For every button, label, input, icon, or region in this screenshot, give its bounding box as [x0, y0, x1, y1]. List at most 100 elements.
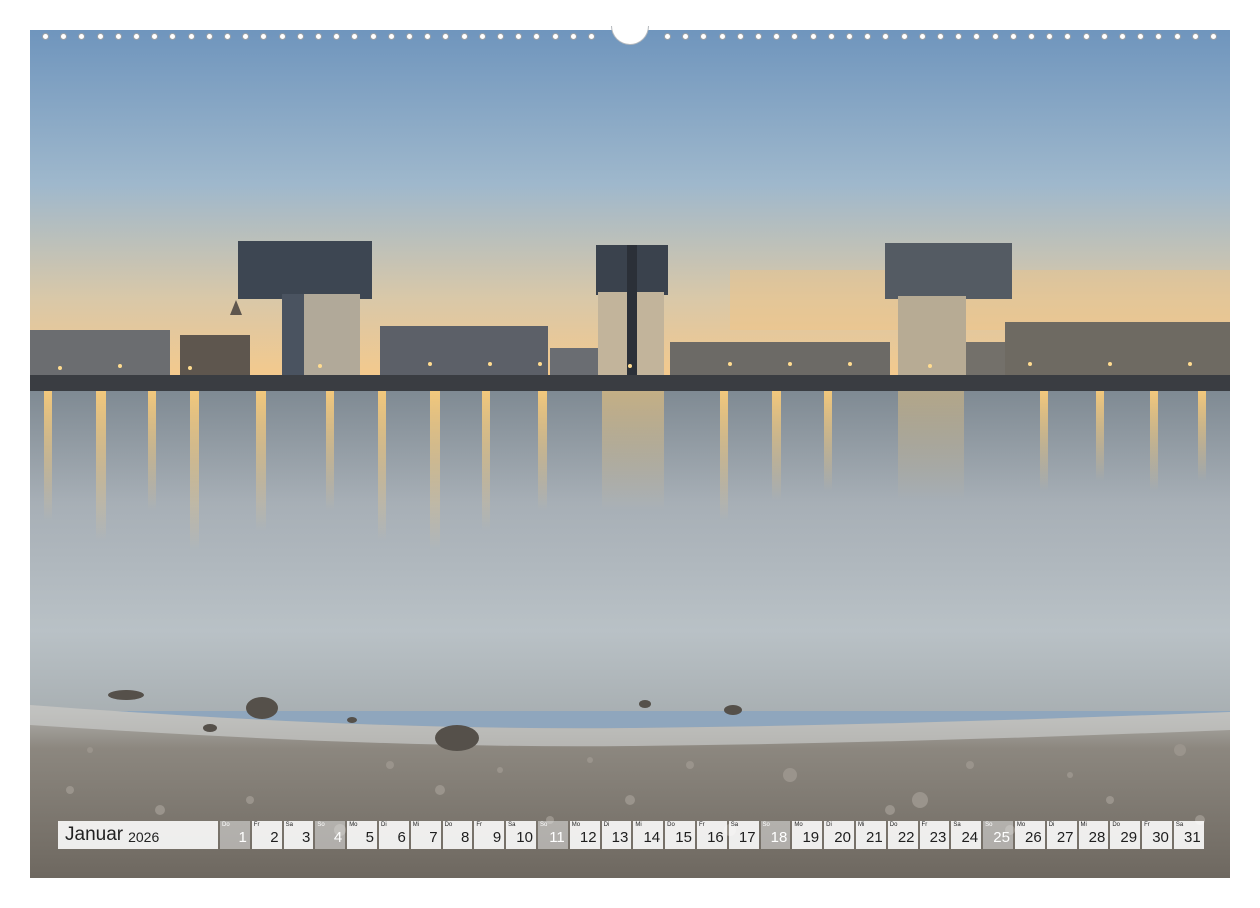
binding-hole: [1210, 33, 1217, 40]
weekday-label: Sa: [285, 822, 293, 828]
day-number: 8: [461, 829, 470, 846]
binding-hole: [1100, 33, 1108, 40]
weekday-label: Fr: [698, 822, 705, 828]
weekday-label: Do: [667, 822, 675, 828]
binding-hole: [809, 33, 817, 40]
weekday-label: Mo: [794, 822, 803, 828]
binding-hole: [406, 33, 413, 40]
weekday-label: Fr: [476, 822, 483, 828]
day-number: 6: [397, 829, 406, 846]
binding-hole: [569, 33, 577, 40]
binding-hole: [882, 33, 890, 40]
day-cell: Sa 31: [1173, 821, 1204, 849]
weekday-label: Mi: [1080, 822, 1087, 828]
binding-hole: [478, 33, 486, 40]
weekday-label: Mo: [349, 822, 358, 828]
binding-hole: [1009, 33, 1017, 40]
day-cell: Di 13: [601, 821, 632, 849]
day-cell: Mi 21: [855, 821, 886, 849]
weekday-label: Fr: [921, 822, 928, 828]
day-cell: Fr 2: [251, 821, 282, 849]
binding-hole: [736, 33, 744, 40]
month-name: Januar: [65, 824, 124, 845]
day-number: 30: [1152, 829, 1169, 846]
day-cell: Do 1: [220, 821, 250, 849]
day-cell: Mi 28: [1078, 821, 1109, 849]
day-cell: So 18: [760, 821, 791, 849]
day-cell: Mo 12: [569, 821, 600, 849]
day-cell: Do 15: [665, 821, 695, 849]
binding-hole: [333, 33, 341, 40]
binding-hole: [60, 33, 68, 40]
day-cell: Di 6: [378, 821, 409, 849]
weekday-label: Di: [1048, 822, 1055, 828]
weekday-label: Mi: [635, 822, 642, 828]
binding-hole: [78, 33, 86, 40]
weekday-label: Mi: [857, 822, 865, 828]
binding-hole: [1173, 33, 1181, 40]
day-cell: Fr 30: [1142, 821, 1172, 849]
binding-hole: [791, 33, 799, 40]
binding-hole: [900, 33, 908, 40]
weekday-label: So: [539, 822, 548, 828]
calendar-page: Januar 2026 Do 1 Fr 2 Sa 3 So 4 Mo 5 Di 6 Mi 7 Do 8 Fr 9 S…: [0, 0, 1260, 908]
day-number: 3: [302, 829, 311, 846]
binding-hole: [369, 33, 377, 40]
weekday-label: Mo: [1016, 822, 1026, 828]
day-cell: Do 22: [887, 821, 918, 849]
binding-hole: [1119, 33, 1126, 40]
binding-hole: [1064, 33, 1072, 40]
binding-hole: [296, 33, 304, 40]
binding-hole: [718, 33, 726, 40]
month-label: Januar 2026: [58, 821, 218, 849]
binding-hole: [387, 33, 395, 40]
binding-hole: [460, 33, 468, 40]
weekday-label: Do: [1112, 822, 1120, 828]
binding-hole: [955, 33, 963, 40]
binding-hole: [973, 33, 981, 40]
weekday-label: Do: [444, 822, 453, 828]
day-cell: Fr 16: [696, 821, 727, 849]
day-number: 31: [1184, 829, 1201, 846]
weekday-label: Do: [889, 822, 898, 828]
binding-hole: [755, 33, 762, 40]
day-number: 13: [611, 829, 629, 846]
day-cell: Mi 14: [633, 821, 664, 849]
binding-hole: [114, 33, 122, 40]
binding-hole: [846, 33, 853, 40]
day-number: 23: [929, 829, 947, 846]
day-number: 19: [802, 829, 820, 846]
day-cell: Mi 7: [410, 821, 441, 849]
day-number: 7: [429, 829, 438, 846]
binding-hole: [497, 33, 504, 40]
binding-hole: [351, 33, 359, 40]
day-cell: So 11: [537, 821, 568, 849]
binding-hole: [588, 33, 595, 40]
day-number: 21: [866, 829, 883, 846]
binding-hole: [700, 33, 708, 40]
day-number: 10: [516, 829, 533, 846]
binding-hole: [773, 33, 781, 40]
month-year: 2026: [128, 828, 160, 845]
binding-hole: [315, 33, 322, 40]
binding-hole: [260, 33, 268, 40]
binding-hole: [682, 33, 690, 40]
binding-hole: [242, 33, 250, 40]
cover-photo: [30, 30, 1230, 878]
day-number: 14: [643, 829, 661, 846]
weekday-label: So: [762, 822, 770, 828]
weekday-label: So: [317, 822, 325, 828]
binding-hole: [1046, 33, 1054, 40]
weekday-label: Mi: [412, 822, 420, 828]
binding-hole: [827, 33, 835, 40]
day-number: 11: [549, 829, 565, 846]
binding-hole: [918, 33, 926, 40]
weekday-label: Sa: [508, 822, 516, 828]
binding-hole: [42, 33, 49, 40]
weekday-label: Mo: [571, 822, 581, 828]
binding-hole: [1028, 33, 1035, 40]
binding-hole: [664, 33, 671, 40]
weekday-label: Sa: [730, 822, 739, 828]
cologne-crane-houses-photo: [30, 30, 1230, 878]
day-cell: So 4: [315, 821, 346, 849]
